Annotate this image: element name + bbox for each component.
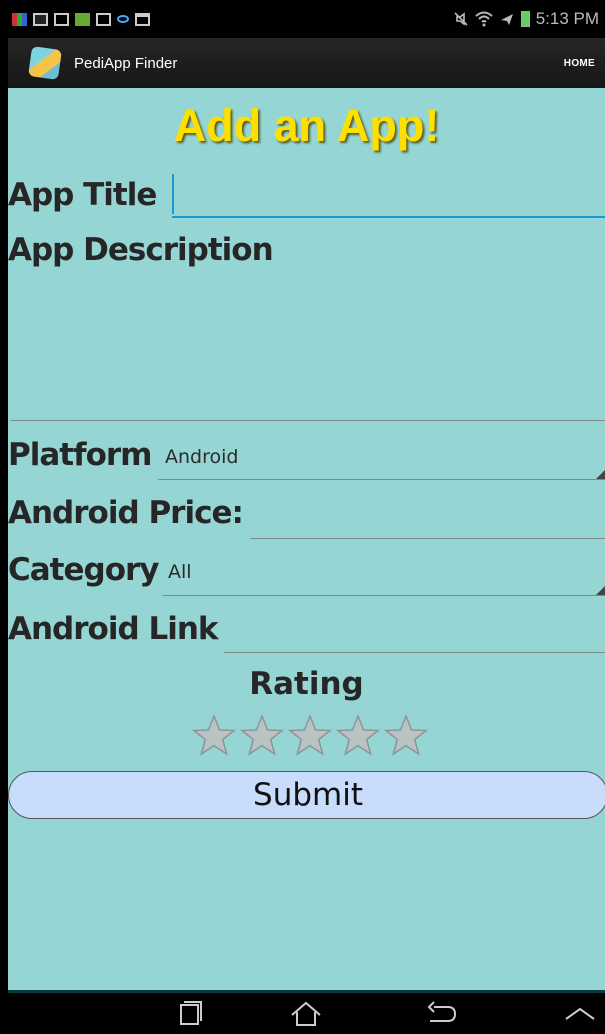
rating-label: Rating — [249, 666, 364, 702]
page-title: Add an App! — [173, 100, 440, 151]
app-title-label: App Title — [8, 177, 157, 213]
clipboard-icon — [135, 12, 150, 26]
add-app-form: Add an App! App Title App Description Pl… — [8, 88, 605, 990]
gmail-icon — [54, 12, 69, 26]
category-value: All — [168, 561, 192, 583]
back-icon[interactable] — [422, 999, 462, 1029]
app-description-input[interactable] — [10, 278, 605, 421]
star-icon[interactable] — [383, 713, 429, 757]
star-icon[interactable] — [287, 713, 333, 757]
android-link-label: Android Link — [8, 611, 219, 647]
star-icon[interactable] — [239, 713, 285, 757]
action-bar: PediApp Finder HOME — [8, 38, 605, 88]
star-icon[interactable] — [335, 713, 381, 757]
navigation-bar — [8, 990, 605, 1034]
text-cursor — [172, 174, 174, 214]
notification-icons — [12, 12, 150, 26]
android-price-input[interactable] — [250, 490, 605, 540]
app-title-underline — [172, 216, 605, 218]
category-underline — [162, 595, 605, 596]
home-icon[interactable] — [286, 999, 326, 1029]
mail-icon — [33, 12, 48, 26]
dropdown-arrow-icon — [596, 470, 605, 479]
android-link-input[interactable] — [224, 606, 605, 654]
clock: 5:13 PM — [535, 9, 599, 28]
android-price-underline — [250, 538, 605, 539]
dropdown-arrow-icon — [596, 586, 605, 595]
airplane-icon — [500, 14, 513, 25]
platform-label: Platform — [8, 437, 152, 473]
wifi-icon — [475, 11, 493, 27]
star-icon[interactable] — [191, 713, 237, 757]
app-logo-icon[interactable] — [28, 46, 62, 80]
app-description-label: App Description — [8, 232, 274, 268]
app-name: PediApp Finder — [74, 54, 178, 72]
platform-underline — [158, 479, 605, 480]
rating-bar[interactable] — [191, 713, 429, 757]
app-icon — [75, 12, 90, 26]
upload-icon — [96, 12, 111, 26]
system-indicators: 5:13 PM — [453, 9, 599, 29]
status-bar: 5:13 PM — [8, 0, 605, 38]
recent-apps-icon[interactable] — [170, 999, 210, 1029]
eye-icon — [117, 15, 129, 23]
menu-up-icon[interactable] — [560, 999, 600, 1029]
submit-button[interactable]: Submit — [8, 771, 605, 819]
platform-spinner[interactable]: Android — [158, 433, 605, 481]
category-spinner[interactable]: All — [162, 548, 605, 597]
android-price-label: Android Price: — [8, 495, 244, 531]
android-link-underline — [224, 652, 605, 653]
home-button[interactable]: HOME — [564, 58, 595, 69]
mute-icon — [454, 12, 468, 26]
app-description-underline — [10, 420, 605, 421]
category-label: Category — [8, 552, 159, 588]
platform-value: Android — [165, 446, 239, 468]
multi-app-icon — [12, 12, 27, 26]
battery-icon — [520, 11, 530, 27]
app-title-input[interactable] — [172, 170, 605, 218]
